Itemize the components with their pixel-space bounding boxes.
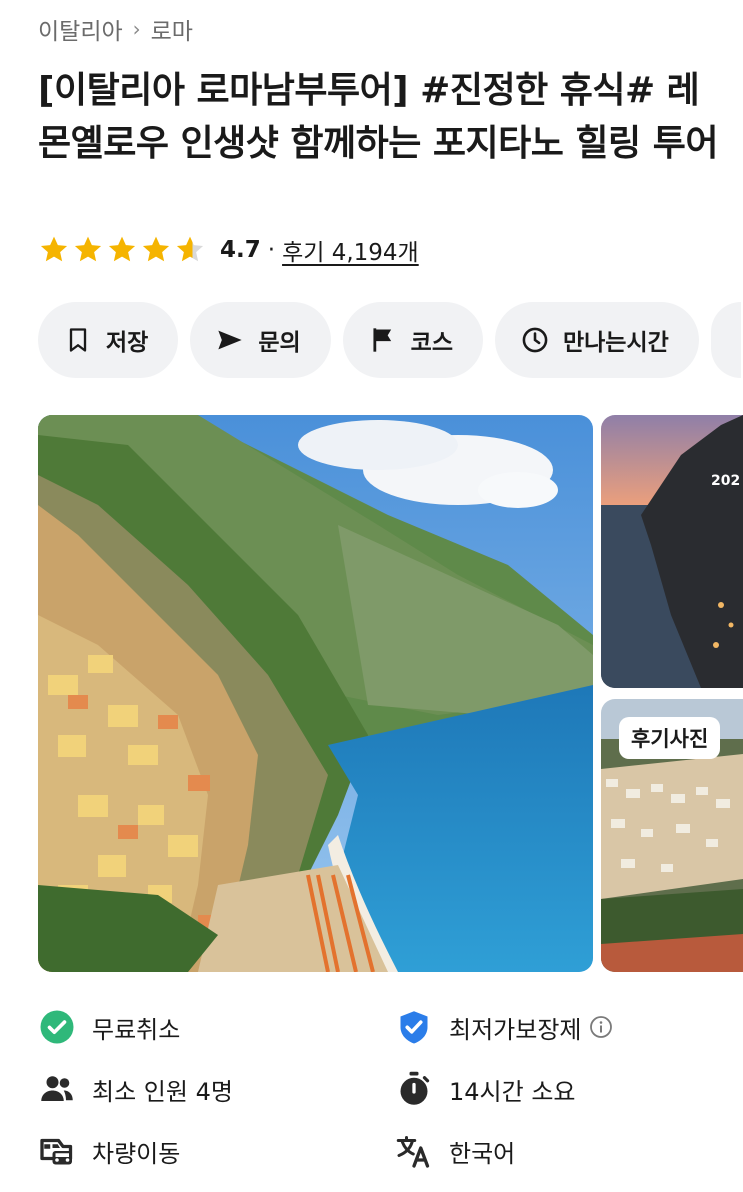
duration-feature: 14시간 소요 [395, 1070, 728, 1108]
meeting-time-button-label: 만나는시간 [562, 330, 669, 356]
breadcrumb-city[interactable]: 로마 [151, 12, 193, 46]
inquiry-button[interactable]: 문의 [190, 302, 331, 378]
meeting-time-button[interactable]: 만나는시간 [494, 302, 699, 378]
side-photo-top[interactable]: 202 [601, 415, 743, 688]
star-icon [108, 236, 136, 262]
transport-feature: 차량이동 [38, 1132, 395, 1170]
star-rating [38, 234, 208, 266]
rating-score: 4.7 [220, 237, 261, 263]
star-icon [40, 236, 68, 262]
rating-row: 4.7 · 후기 4,194개 [38, 230, 419, 270]
save-button-label: 저장 [106, 330, 149, 356]
check-circle-icon [38, 1008, 76, 1046]
lowest-price-label: 최저가보장제 [449, 1015, 582, 1044]
bookmark-icon [69, 328, 87, 352]
breadcrumb-separator: › [132, 17, 141, 41]
save-button[interactable]: 저장 [38, 302, 179, 378]
breadcrumb-country[interactable]: 이탈리아 [38, 12, 123, 46]
free-cancellation-feature: 무료취소 [38, 1008, 395, 1046]
free-cancellation-label: 무료취소 [92, 1015, 181, 1044]
flag-icon [373, 328, 391, 352]
lowest-price-feature: 최저가보장제 [395, 1008, 728, 1046]
language-label: 한국어 [449, 1139, 516, 1168]
review-count-link[interactable]: 후기 4,194개 [282, 233, 419, 267]
action-chips: 저장 문의 코스 만나는시간 [38, 302, 741, 378]
photo-gallery: 202 후기사진 [38, 415, 743, 972]
breadcrumb: 이탈리아 › 로마 [38, 12, 193, 46]
half-star-icon [176, 236, 204, 262]
more-chip[interactable] [710, 302, 741, 378]
info-icon[interactable] [589, 1015, 613, 1039]
translate-icon [395, 1132, 433, 1170]
send-icon [218, 330, 242, 350]
feature-list: 무료취소 최저가보장제 최소 인원 4명 14시간 소요 차량이동 한국어 [38, 1008, 728, 1170]
car-icon [38, 1132, 76, 1170]
duration-label: 14시간 소요 [449, 1077, 576, 1106]
main-photo[interactable] [38, 415, 593, 972]
min-people-feature: 최소 인원 4명 [38, 1070, 395, 1108]
inquiry-button-label: 문의 [258, 330, 301, 356]
people-icon [38, 1070, 76, 1108]
shield-check-icon [395, 1008, 433, 1046]
sunset-coast-image [601, 415, 743, 688]
positano-coast-image [38, 415, 593, 972]
course-button[interactable]: 코스 [342, 302, 483, 378]
min-people-label: 최소 인원 4명 [92, 1077, 233, 1106]
star-icon [142, 236, 170, 262]
page-title: [이탈리아 로마남부투어] #진정한 휴식# 레몬옐로우 인생샷 함께하는 포지… [38, 70, 718, 164]
clock-icon [522, 327, 548, 353]
language-feature: 한국어 [395, 1132, 728, 1170]
review-photo-badge: 후기사진 [619, 717, 721, 759]
star-icon [74, 236, 102, 262]
transport-label: 차량이동 [92, 1139, 181, 1168]
award-text: 202 [711, 473, 741, 489]
side-photo-bottom[interactable]: 후기사진 [601, 699, 743, 972]
rating-separator: · [267, 237, 276, 263]
course-button-label: 코스 [410, 330, 453, 356]
stopwatch-icon [395, 1070, 433, 1108]
